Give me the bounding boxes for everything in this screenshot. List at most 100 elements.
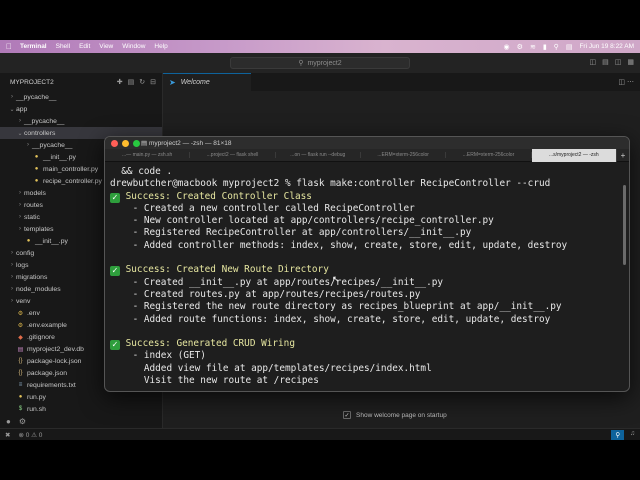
terminal-line: - Added route functions: index, show, cr…: [110, 314, 624, 326]
editor-tabbar: ➤ Welcome: [163, 73, 640, 91]
warning-count: 0: [38, 431, 43, 439]
terminal-tab[interactable]: ...ERM=xterm-256color: [446, 152, 532, 158]
tree-item-label: venv: [16, 297, 31, 305]
error-count: 0: [25, 431, 30, 439]
new-file-icon[interactable]: ✚: [117, 78, 123, 86]
tree-item-label: node_modules: [16, 285, 61, 293]
tree-item-label: requirements.txt: [27, 381, 76, 389]
battery-icon[interactable]: ▮: [543, 43, 547, 51]
split-editor-icon[interactable]: ◫: [618, 79, 625, 86]
remote-icon[interactable]: ✖: [5, 431, 10, 439]
sidebar-footer: ● ⚙: [0, 414, 163, 428]
menu-window[interactable]: Window: [122, 43, 145, 50]
tree-folder[interactable]: › __pycache__: [0, 115, 162, 127]
collapse-all-icon[interactable]: ⊟: [150, 78, 156, 86]
welcome-startup-toggle[interactable]: ✓ Show welcome page on startup: [343, 411, 447, 419]
tree-folder[interactable]: › __pycache__: [0, 91, 162, 103]
toggle-sidebar-icon[interactable]: ◫: [590, 58, 597, 66]
terminal-tab-active[interactable]: ...s/myproject2 — -zsh: [531, 148, 617, 162]
warning-icon: ⚠: [31, 431, 37, 439]
tab-welcome[interactable]: ➤ Welcome: [163, 73, 251, 91]
tree-file[interactable]: ● run.py: [0, 391, 162, 403]
terminal-success-text: Success: Created Controller Class: [120, 190, 312, 202]
terminal-line-text: - Added route functions: index, show, cr…: [110, 313, 551, 325]
toggle-panel-icon[interactable]: ▤: [602, 58, 609, 66]
sh-file-icon: $: [18, 406, 23, 412]
tree-item-label: run.sh: [27, 405, 46, 413]
gear-icon[interactable]: ⚙: [517, 43, 523, 51]
terminal-line-text: Added view file at app/templates/recipes…: [110, 362, 432, 374]
terminal-tab[interactable]: ...ERM=xterm-256color: [361, 152, 447, 158]
tree-item-label: static: [24, 213, 40, 221]
tree-folder[interactable]: ⌄ app: [0, 103, 162, 115]
welcome-startup-checkbox[interactable]: ✓: [343, 411, 351, 419]
chevron-right-icon: ›: [19, 226, 21, 232]
terminal-tab[interactable]: ...— main.py — zsh.sh: [105, 152, 191, 158]
toggle-secondary-sidebar-icon[interactable]: ◫: [615, 58, 622, 66]
chevron-right-icon: ›: [11, 274, 13, 280]
tree-item-label: main_controller.py: [43, 165, 99, 173]
tree-item-label: controllers: [24, 129, 56, 137]
refresh-icon[interactable]: ↻: [139, 78, 145, 86]
chevron-right-icon: ›: [11, 94, 13, 100]
terminal-line: - Registered the new route directory as …: [110, 301, 624, 313]
layout-controls: ◫ ▤ ◫ ▦: [590, 58, 635, 66]
chevron-right-icon: ›: [19, 190, 21, 196]
minimize-window-button[interactable]: [122, 139, 129, 147]
menubar-status-area: ◉ ⚙ ≋ ▮ ⚲ ▤ Fri Jun 19 8:22 AM: [504, 43, 634, 51]
zoom-window-button[interactable]: [133, 139, 140, 147]
terminal-success-line: ✓ Success: Created New Route Directory: [110, 264, 624, 277]
tree-item-label: __init__.py: [43, 153, 76, 161]
check-mark-icon: ✓: [110, 266, 120, 277]
chevron-down-icon: ⌄: [17, 130, 23, 137]
menu-shell[interactable]: Shell: [56, 43, 70, 50]
json-file-icon: {}: [18, 358, 23, 364]
zoom-icon[interactable]: ⚲: [611, 429, 625, 440]
terminal-line: - Added controller methods: index, show,…: [110, 240, 624, 252]
terminal-line-text: - index (GET): [110, 350, 206, 362]
terminal-tab[interactable]: ...project2 — flask shell: [190, 152, 276, 158]
new-tab-plus-icon[interactable]: +: [617, 151, 629, 160]
menu-app-name[interactable]: Terminal: [20, 43, 47, 50]
search-icon[interactable]: ⚲: [554, 43, 559, 51]
mouse-cursor-icon: ↖: [332, 274, 340, 284]
close-window-button[interactable]: [111, 139, 118, 147]
menubar-datetime[interactable]: Fri Jun 19 8:22 AM: [579, 43, 634, 50]
new-folder-icon[interactable]: ▤: [128, 78, 135, 86]
explorer-actions: ✚ ▤ ↻ ⊟: [117, 78, 162, 86]
db-file-icon: ▤: [17, 346, 24, 353]
menu-edit[interactable]: Edit: [79, 43, 90, 50]
more-actions-icon[interactable]: ⋯: [627, 79, 634, 86]
control-center-icon[interactable]: ▤: [566, 43, 573, 51]
terminal-scrollbar[interactable]: [623, 185, 626, 265]
env-file-icon: ⚙: [17, 310, 24, 317]
menu-help[interactable]: Help: [154, 43, 167, 50]
terminal-line-text: - Created __init__.py at app/routes/reci…: [110, 276, 444, 288]
chevron-right-icon: ›: [19, 202, 21, 208]
txt-file-icon: ≡: [18, 382, 23, 388]
record-icon[interactable]: ◉: [504, 43, 510, 51]
window-controls: [105, 139, 140, 147]
terminal-title: ▤ myproject2 — -zsh — 81×18: [141, 139, 629, 147]
terminal-titlebar[interactable]: ▤ myproject2 — -zsh — 81×18: [105, 137, 629, 149]
settings-gear-icon[interactable]: ⚙: [19, 417, 26, 426]
tree-item-label: app: [16, 105, 28, 113]
terminal-output[interactable]: && code . drewbutcher@macbook myproject2 …: [105, 162, 629, 391]
env-file-icon: ⚙: [17, 322, 24, 329]
terminal-line: Visit the new route at /recipes: [110, 375, 624, 387]
apple-icon[interactable]: : [6, 42, 12, 51]
tree-item-label: __pycache__: [16, 93, 57, 101]
notifications-bell-icon[interactable]: ♫: [630, 430, 635, 440]
problems-indicator[interactable]: ⊗ 0 ⚠ 0: [18, 431, 42, 439]
terminal-line-text: - Created a new controller called Recipe…: [110, 202, 415, 214]
customize-layout-icon[interactable]: ▦: [627, 58, 634, 66]
terminal-line-text: Visit the new route at /recipes: [110, 375, 319, 387]
wifi-icon[interactable]: ≋: [530, 43, 536, 51]
tree-item-label: config: [16, 249, 35, 257]
terminal-tab[interactable]: ...on — flask run --debug: [276, 152, 361, 158]
tree-item-label: logs: [16, 261, 29, 269]
command-center-search[interactable]: ⚲ myproject2: [230, 57, 410, 69]
menu-view[interactable]: View: [99, 43, 113, 50]
explorer-header[interactable]: MYPROJECT2 ✚ ▤ ↻ ⊟: [0, 73, 162, 91]
account-icon[interactable]: ●: [6, 417, 11, 426]
